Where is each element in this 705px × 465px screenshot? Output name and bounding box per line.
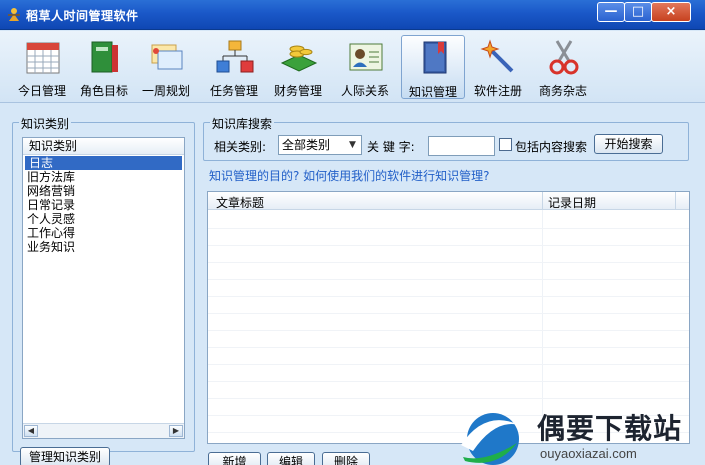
contact-card-icon — [349, 43, 383, 71]
toolbar-today-label: 今日管理 — [17, 84, 66, 98]
title-bar: 稻草人时间管理软件 — □ × — [0, 0, 705, 30]
category-filter-label: 相关类别: — [214, 140, 267, 154]
toolbar-knowledge[interactable]: 知识管理 — [401, 35, 465, 99]
category-item-work-notes[interactable]: 工作心得 — [23, 226, 184, 240]
column-separator — [542, 192, 543, 209]
toolbar-register[interactable]: 软件注册 — [466, 35, 530, 99]
search-button[interactable]: 开始搜索 — [594, 134, 663, 154]
app-logo-icon — [8, 8, 20, 21]
calendar-icon — [26, 42, 60, 74]
category-list-scrollbar[interactable]: ◀ ▶ — [23, 423, 184, 438]
category-list-header[interactable]: 知识类别 — [23, 138, 184, 155]
category-item-old-methods[interactable]: 旧方法库 — [23, 170, 184, 184]
org-chart-icon — [216, 40, 254, 73]
column-header-date[interactable]: 记录日期 — [548, 194, 596, 211]
toolbar-today[interactable]: 今日管理 — [10, 35, 74, 99]
toolbar-role-goals-label: 角色目标 — [79, 84, 128, 98]
knowledge-help-link[interactable]: 知识管理的目的? 如何使用我们的软件进行知识管理? — [209, 167, 490, 184]
toolbar-business-magazine[interactable]: 商务杂志 — [531, 35, 595, 99]
close-button[interactable]: × — [651, 2, 691, 22]
watermark-text: 偶要下载站 — [537, 412, 683, 445]
toolbar-role-goals[interactable]: 角色目标 — [72, 35, 136, 99]
column-header-title[interactable]: 文章标题 — [216, 194, 264, 211]
window-title: 稻草人时间管理软件 — [26, 9, 139, 23]
category-group-title: 知识类别 — [19, 115, 72, 132]
toolbar-tasks-label: 任务管理 — [209, 84, 258, 98]
grid-row-line — [208, 262, 689, 263]
minimize-button[interactable]: — — [597, 2, 625, 22]
toolbar-contacts-label: 人际关系 — [340, 84, 389, 98]
toolbar-register-label: 软件注册 — [473, 84, 522, 98]
toolbar-finance[interactable]: 财务管理 — [266, 35, 330, 99]
scroll-left-icon[interactable]: ◀ — [24, 425, 38, 437]
main-toolbar: 今日管理 角色目标 一周规划 任务管理 财务管理 人际关系 知识管理 软件注册 … — [0, 31, 705, 103]
delete-button[interactable]: 删除 — [322, 452, 370, 465]
keyword-input[interactable] — [428, 136, 495, 156]
grid-row-line — [208, 245, 689, 246]
category-list[interactable]: 知识类别 日志 旧方法库 网络营销 日常记录 个人灵感 工作心得 业务知识 ◀ … — [22, 137, 185, 439]
book-icon — [423, 41, 447, 74]
magic-wand-icon — [480, 39, 514, 73]
maximize-button[interactable]: □ — [624, 2, 652, 22]
toolbar-tasks[interactable]: 任务管理 — [202, 35, 266, 99]
column-separator — [675, 192, 676, 209]
scissors-icon — [549, 40, 579, 75]
manage-categories-button[interactable]: 管理知识类别 — [20, 447, 110, 465]
category-select[interactable]: 全部类别 ▼ — [278, 135, 362, 155]
scroll-right-icon[interactable]: ▶ — [169, 425, 183, 437]
include-content-label: 包括内容搜索 — [515, 140, 588, 154]
grid-row-line — [208, 296, 689, 297]
category-item-diary[interactable]: 日志 — [25, 156, 182, 170]
toolbar-finance-label: 财务管理 — [273, 84, 322, 98]
grid-row-line — [208, 364, 689, 365]
category-item-daily-records[interactable]: 日常记录 — [23, 198, 184, 212]
include-content-checkbox[interactable] — [499, 138, 512, 151]
keyword-label: 关 键 字: — [367, 140, 415, 154]
toolbar-weekly-plan[interactable]: 一周规划 — [134, 35, 198, 99]
grid-row-line — [208, 279, 689, 280]
watermark-logo-icon — [461, 413, 519, 465]
coins-icon — [280, 45, 318, 72]
toolbar-contacts[interactable]: 人际关系 — [333, 35, 397, 99]
grid-row-line — [208, 398, 689, 399]
category-select-value: 全部类别 — [282, 138, 331, 152]
category-item-online-marketing[interactable]: 网络营销 — [23, 184, 184, 198]
toolbar-business-magazine-label: 商务杂志 — [538, 84, 587, 98]
grid-row-line — [208, 381, 689, 382]
grid-row-line — [208, 347, 689, 348]
toolbar-knowledge-label: 知识管理 — [408, 85, 457, 99]
toolbar-weekly-plan-label: 一周规划 — [141, 84, 190, 98]
articles-table-header: 文章标题 记录日期 — [208, 192, 689, 210]
grid-row-line — [208, 330, 689, 331]
grid-row-line — [208, 313, 689, 314]
edit-button[interactable]: 编辑 — [267, 452, 315, 465]
grid-row-line — [208, 228, 689, 229]
chevron-down-icon[interactable]: ▼ — [345, 137, 360, 153]
search-group-title: 知识库搜索 — [210, 115, 275, 132]
category-item-inspiration[interactable]: 个人灵感 — [23, 212, 184, 226]
cards-icon — [151, 44, 183, 70]
watermark-url: ouyaoxiazai.com — [540, 446, 637, 461]
books-icon — [91, 41, 118, 73]
new-button[interactable]: 新增 — [208, 452, 261, 465]
category-item-business-knowledge[interactable]: 业务知识 — [23, 240, 184, 254]
